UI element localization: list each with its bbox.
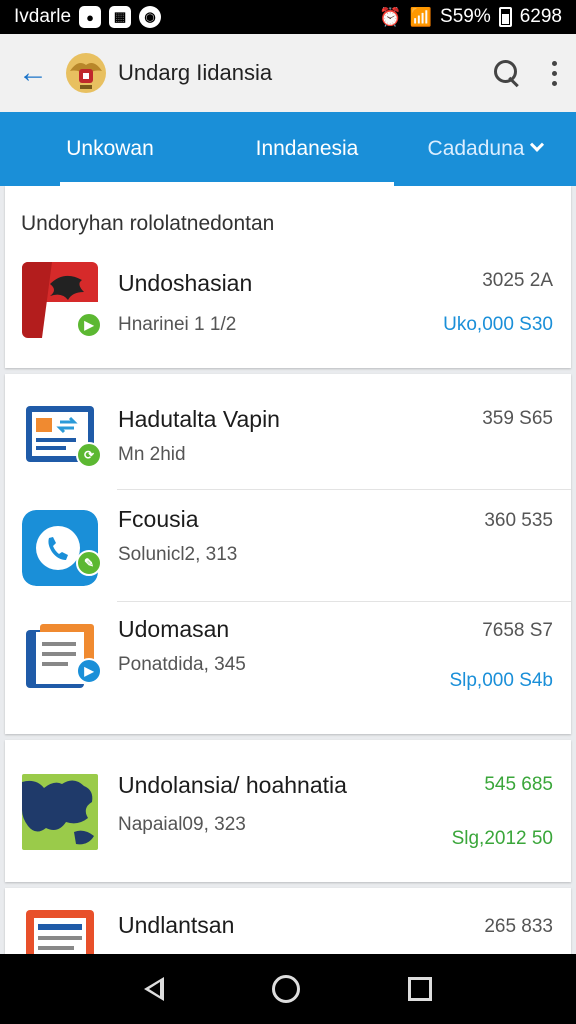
item-number: 545 685 [484, 774, 553, 795]
section-card: Undlantsan 265 833 [5, 888, 571, 954]
tab-label: Unkowan [66, 137, 154, 160]
battery-percent: S59% [440, 6, 491, 27]
sync-icon: ⟳ [76, 442, 102, 468]
item-title: Undoshasian [118, 270, 253, 296]
item-number: 3025 2A [482, 270, 553, 291]
content-list[interactable]: Undoryhan rololatnedontan ▶ Undoshasian … [0, 186, 576, 954]
more-vertical-icon[interactable] [550, 60, 558, 86]
recents-icon[interactable] [408, 977, 432, 1001]
list-item[interactable]: ✎ Fcousia Solunicl2, 313 360 535 [5, 490, 571, 602]
newspaper-icon [22, 906, 98, 954]
home-icon[interactable] [272, 975, 300, 1003]
section-title: Undoryhan rololatnedontan [21, 212, 275, 235]
status-bar: Ivdarle ● ▦ ◉ ⏰ 📶 S59% 6298 [0, 0, 576, 34]
app-bar: ← Undarg Iidansia [0, 34, 576, 112]
item-title: Fcousia [118, 506, 199, 532]
edit-icon: ✎ [76, 550, 102, 576]
list-item[interactable]: ⟳ Hadutalta Vapin Mn 2hid 359 S65 [5, 374, 571, 490]
tab-inndanesia[interactable]: Inndanesia [220, 112, 394, 186]
item-number: 360 535 [484, 510, 553, 531]
item-subtitle: Mn 2hid [118, 444, 186, 465]
item-amount: Uko,000 S30 [443, 314, 553, 335]
section-card: Undolansia/ hoahnatia Napaial09, 323 545… [5, 740, 571, 882]
arrow-left-icon[interactable]: ← [18, 56, 54, 90]
list-item[interactable]: Undolansia/ hoahnatia Napaial09, 323 545… [5, 740, 571, 882]
carrier-label: Ivdarle [14, 6, 72, 27]
app-title: Undarg Iidansia [118, 60, 273, 85]
system-nav-bar [0, 954, 576, 1024]
back-icon[interactable] [144, 977, 164, 1001]
tab-unkowan[interactable]: Unkowan [0, 112, 220, 186]
alarm-icon: ⏰ [379, 6, 402, 27]
image-icon: ▦ [109, 6, 132, 28]
chevron-down-icon [530, 137, 545, 152]
list-item[interactable]: ▶ Undoshasian Hnarinei 1 1/2 3025 2A Uko… [5, 252, 571, 364]
item-title: Hadutalta Vapin [118, 406, 280, 432]
item-title: Undlantsan [118, 912, 235, 938]
wifi-icon: 📶 [409, 6, 433, 27]
item-subtitle: Napaial09, 323 [118, 814, 246, 835]
tab-label: Cadaduna [427, 137, 525, 160]
record-icon: ◉ [139, 6, 162, 28]
item-number: 265 833 [484, 916, 553, 937]
item-subtitle: Ponatdida, 345 [118, 654, 246, 675]
section-card: Undoryhan rololatnedontan ▶ Undoshasian … [5, 186, 571, 368]
map-icon [22, 774, 98, 850]
chat-icon: ● [79, 6, 102, 28]
clock: 6298 [519, 6, 562, 27]
search-icon[interactable] [492, 58, 522, 88]
play-icon: ▶ [76, 312, 102, 338]
tab-bar: Unkowan Inndanesia Cadaduna [0, 112, 576, 186]
item-amount: Slg,2012 50 [451, 828, 553, 849]
battery-icon [498, 7, 512, 27]
play-icon: ▶ [76, 658, 102, 684]
item-number: 359 S65 [482, 408, 553, 429]
tab-label: Inndanesia [255, 137, 359, 160]
item-title: Undolansia/ hoahnatia [118, 772, 347, 798]
item-subtitle: Solunicl2, 313 [118, 544, 238, 565]
list-item[interactable]: Undlantsan 265 833 [5, 888, 571, 954]
tab-cadaduna[interactable]: Cadaduna [394, 112, 576, 186]
item-title: Udomasan [118, 616, 230, 642]
garuda-emblem-icon [64, 51, 108, 95]
list-item[interactable]: ▶ Udomasan Ponatdida, 345 7658 S7 Slp,00… [5, 602, 571, 734]
section-card: ⟳ Hadutalta Vapin Mn 2hid 359 S65 ✎ Fcou… [5, 374, 571, 734]
item-amount: Slp,000 S4b [449, 670, 553, 691]
item-subtitle: Hnarinei 1 1/2 [118, 314, 237, 335]
item-number: 7658 S7 [482, 620, 553, 641]
